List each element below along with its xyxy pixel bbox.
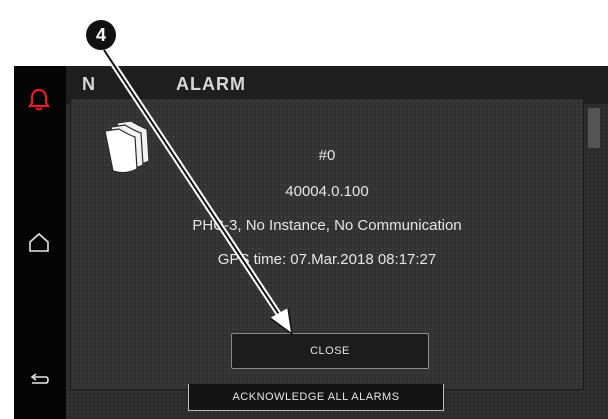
callout-arrow xyxy=(101,48,294,336)
callout-number-badge: 4 xyxy=(86,20,116,50)
